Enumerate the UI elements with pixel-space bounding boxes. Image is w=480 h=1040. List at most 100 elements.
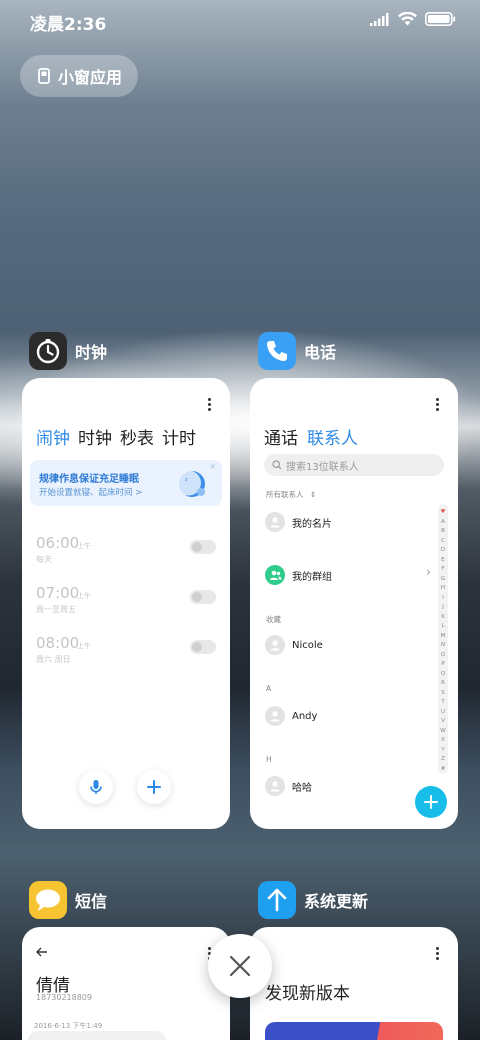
alarm-time: 08:00 xyxy=(36,634,80,652)
sms-message-bubble[interactable] xyxy=(28,1031,166,1040)
alphabet-index-letter[interactable]: M xyxy=(441,632,446,642)
alphabet-index-letter[interactable]: W xyxy=(440,727,445,737)
contact-item[interactable]: 哈哈 xyxy=(265,776,312,796)
phone-app-card[interactable]: 通话 联系人 搜索13位联系人 所有联系人 ⇕ 我的名片 我的群组 › 收藏 N… xyxy=(250,378,458,829)
alphabet-index-letter[interactable]: D xyxy=(441,546,445,556)
tab-contacts[interactable]: 联系人 xyxy=(307,424,358,449)
alphabet-index-letter[interactable]: K xyxy=(441,613,445,623)
alphabet-index-letter[interactable]: G xyxy=(441,575,445,585)
alarm-toggle[interactable] xyxy=(190,590,216,604)
sms-app-card[interactable]: 倩倩 18730218809 2016-6-13 下午1:49 xyxy=(22,927,230,1040)
alphabet-index-letter[interactable]: S xyxy=(441,689,445,699)
status-time: 凌晨2:36 xyxy=(30,15,107,35)
phone-app-icon xyxy=(258,332,296,370)
more-options-icon[interactable] xyxy=(208,398,212,411)
group-avatar xyxy=(265,565,285,585)
tab-timer[interactable]: 计时 xyxy=(162,424,196,449)
alarm-ampm: 上午 xyxy=(77,592,91,600)
alarm-row[interactable]: 06:00 上午 每天 xyxy=(36,534,216,574)
clear-all-button[interactable] xyxy=(208,934,272,998)
alphabet-index-letter[interactable]: L xyxy=(441,622,444,632)
status-bar: 凌晨2:36 xyxy=(0,0,480,42)
person-icon xyxy=(270,711,280,722)
my-groups-label: 我的群组 xyxy=(292,571,332,583)
alarm-row[interactable]: 07:00 上午 周一至周五 xyxy=(36,584,216,624)
float-window-button[interactable]: 小窗应用 xyxy=(20,55,138,97)
clock-app-card[interactable]: 闹钟 时钟 秒表 计时 规律作息保证充足睡眠 开始设置就寝、起床时间 > z ×… xyxy=(22,378,230,829)
update-app-header[interactable]: 系统更新 xyxy=(258,881,368,919)
alarm-repeat: 周六 周日 xyxy=(36,655,71,664)
alphabet-index-bar[interactable]: ♥ A B C D E F G H I J K L M N O P Q R S T U V W X Y Z # xyxy=(438,504,448,774)
search-icon xyxy=(272,460,282,470)
alphabet-index-letter[interactable]: O xyxy=(441,651,445,661)
tab-alarm[interactable]: 闹钟 xyxy=(36,424,70,449)
svg-text:z: z xyxy=(185,477,188,483)
alphabet-index-letter[interactable]: Q xyxy=(441,670,445,680)
sleep-banner-close-icon[interactable]: × xyxy=(209,462,216,471)
chevron-right-icon: › xyxy=(426,565,431,579)
update-app-card[interactable]: 发现新版本 xyxy=(250,927,458,1040)
more-options-icon[interactable] xyxy=(436,947,440,960)
alphabet-index-letter[interactable]: B xyxy=(441,527,445,537)
alphabet-index-letter[interactable]: C xyxy=(441,537,445,547)
alphabet-index-letter[interactable]: # xyxy=(441,765,446,775)
alarm-repeat: 周一至周五 xyxy=(36,605,76,614)
add-contact-button[interactable] xyxy=(415,786,447,818)
alphabet-index-letter[interactable]: I xyxy=(442,594,444,604)
back-arrow-icon[interactable] xyxy=(36,947,48,957)
wifi-icon xyxy=(398,12,417,26)
tab-stopwatch[interactable]: 秒表 xyxy=(120,424,154,449)
phone-tabs: 通话 联系人 xyxy=(264,424,358,449)
section-a: A xyxy=(266,684,272,693)
alphabet-index-letter[interactable]: X xyxy=(441,736,445,746)
alphabet-index-letter[interactable]: R xyxy=(441,679,445,689)
alphabet-index-letter[interactable]: F xyxy=(441,565,444,575)
alphabet-index-letter[interactable]: V xyxy=(441,717,445,727)
search-placeholder: 搜索13位联系人 xyxy=(286,461,359,473)
tab-clock[interactable]: 时钟 xyxy=(78,424,112,449)
alarm-ampm: 上午 xyxy=(77,542,91,550)
sleep-banner-subtitle: 开始设置就寝、起床时间 > xyxy=(39,488,143,498)
alarm-toggle[interactable] xyxy=(190,640,216,654)
all-contacts-filter[interactable]: 所有联系人 ⇕ xyxy=(266,489,316,500)
person-icon xyxy=(270,517,280,528)
alphabet-index-letter[interactable]: Y xyxy=(441,746,444,756)
contact-item[interactable]: Andy xyxy=(265,706,317,726)
alphabet-index-letter[interactable]: H xyxy=(441,584,445,594)
sms-message-date: 2016-6-13 下午1:49 xyxy=(34,1022,103,1030)
alphabet-index-letter[interactable]: Z xyxy=(441,755,445,765)
alphabet-index-letter[interactable]: E xyxy=(441,556,444,566)
alphabet-index-letter[interactable]: T xyxy=(441,698,444,708)
my-groups-item[interactable]: 我的群组 xyxy=(265,565,332,585)
update-title: 发现新版本 xyxy=(265,984,350,1004)
alphabet-index-letter[interactable]: ♥ xyxy=(441,508,446,518)
add-alarm-button[interactable] xyxy=(137,770,171,804)
avatar xyxy=(265,512,285,532)
my-card-item[interactable]: 我的名片 xyxy=(265,512,332,532)
alphabet-index-letter[interactable]: U xyxy=(441,708,445,718)
voice-alarm-button[interactable] xyxy=(79,770,113,804)
alarm-time: 07:00 xyxy=(36,584,80,602)
contact-search-input[interactable]: 搜索13位联系人 xyxy=(264,454,444,476)
sms-app-header[interactable]: 短信 xyxy=(29,881,107,919)
sleep-banner[interactable]: 规律作息保证充足睡眠 开始设置就寝、起床时间 > z × xyxy=(30,460,222,506)
alarm-toggle[interactable] xyxy=(190,540,216,554)
sort-icon: ⇕ xyxy=(309,490,317,499)
alphabet-index-letter[interactable]: N xyxy=(441,641,445,651)
tab-calls[interactable]: 通话 xyxy=(264,424,298,449)
update-banner xyxy=(265,1022,443,1040)
clock-app-icon xyxy=(29,332,67,370)
alarm-row[interactable]: 08:00 上午 周六 周日 xyxy=(36,634,216,674)
alphabet-index-letter[interactable]: A xyxy=(441,518,445,528)
clock-app-header[interactable]: 时钟 xyxy=(29,332,107,370)
float-window-icon xyxy=(38,68,50,84)
more-options-icon[interactable] xyxy=(436,398,440,411)
clock-tabs: 闹钟 时钟 秒表 计时 xyxy=(36,424,196,449)
contact-name: 哈哈 xyxy=(292,782,312,794)
close-icon xyxy=(229,955,251,977)
alphabet-index-letter[interactable]: P xyxy=(441,660,444,670)
section-h: H xyxy=(266,755,272,764)
phone-app-header[interactable]: 电话 xyxy=(258,332,336,370)
alphabet-index-letter[interactable]: J xyxy=(442,603,444,613)
contact-item[interactable]: Nicole xyxy=(265,635,323,655)
